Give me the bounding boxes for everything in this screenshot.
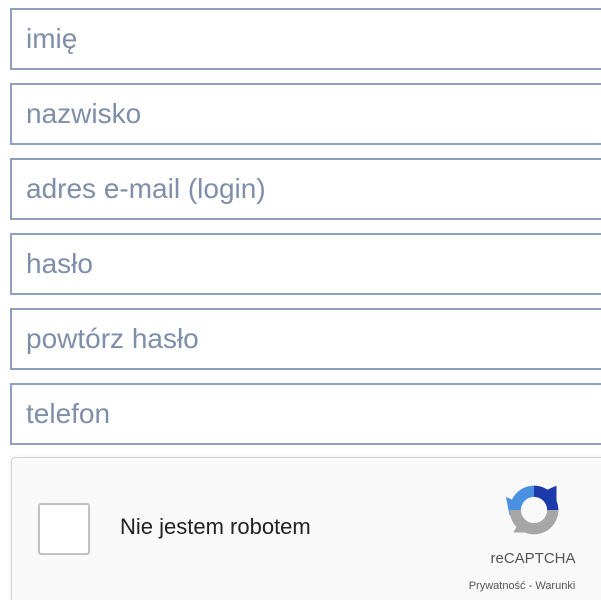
recaptcha-links: Prywatność - Warunki [432,580,601,592]
registration-form: Nie jestem robotem reCAPTCHA Prywatność … [0,0,601,600]
recaptcha-brand: reCAPTCHA [490,550,576,567]
first-name-input[interactable] [10,8,601,70]
recaptcha-checkbox[interactable] [38,503,90,555]
links-separator: - [525,580,536,592]
password-input[interactable] [10,233,601,295]
recaptcha-logo-icon [505,485,559,535]
repeat-password-input[interactable] [10,308,601,370]
last-name-input[interactable] [10,83,601,145]
recaptcha-widget: Nie jestem robotem reCAPTCHA Prywatność … [11,457,601,600]
phone-input[interactable] [10,383,601,445]
email-input[interactable] [10,158,601,220]
recaptcha-label: Nie jestem robotem [120,514,311,539]
terms-link[interactable]: Warunki [535,580,575,592]
privacy-link[interactable]: Prywatność [469,580,526,592]
